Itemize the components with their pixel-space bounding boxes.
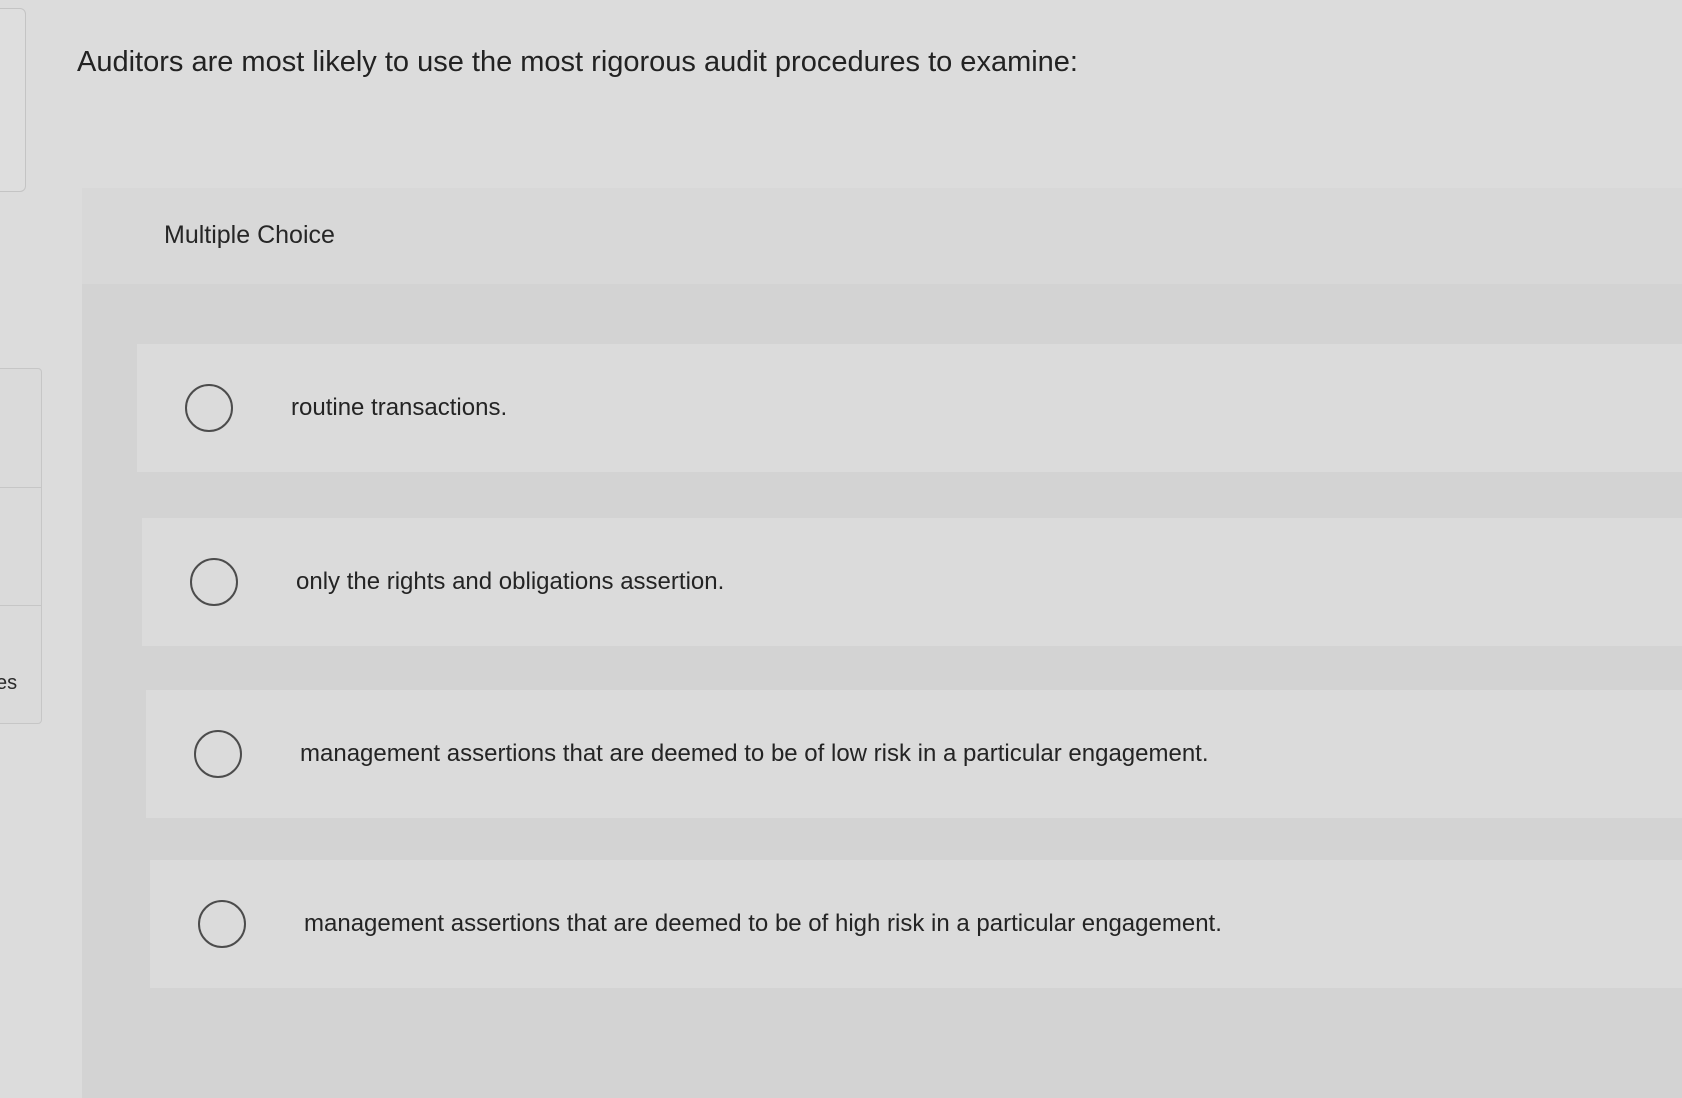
radio-button-icon[interactable] [190,558,238,606]
multiple-choice-panel: Multiple Choice routine transactions. on… [82,188,1682,1098]
left-nav-divider [0,605,41,606]
choice-option-1[interactable]: routine transactions. [137,344,1682,472]
question-type-label: Multiple Choice [164,221,335,249]
choice-label: routine transactions. [291,394,508,421]
left-edge-panel [0,8,26,192]
choice-label: management assertions that are deemed to… [300,740,1209,767]
left-nav-label: es [0,672,18,694]
choice-option-4[interactable]: management assertions that are deemed to… [150,860,1682,988]
radio-button-icon[interactable] [194,730,242,778]
question-prompt: Auditors are most likely to use the most… [77,46,1078,78]
choice-label: only the rights and obligations assertio… [296,568,725,595]
left-side-nav[interactable] [0,368,42,724]
left-nav-divider [0,487,41,488]
panel-header: Multiple Choice [82,188,1682,284]
choice-option-3[interactable]: management assertions that are deemed to… [146,690,1682,818]
radio-button-icon[interactable] [198,900,246,948]
choice-label: management assertions that are deemed to… [304,910,1222,937]
radio-button-icon[interactable] [185,384,233,432]
choice-option-2[interactable]: only the rights and obligations assertio… [142,518,1682,646]
